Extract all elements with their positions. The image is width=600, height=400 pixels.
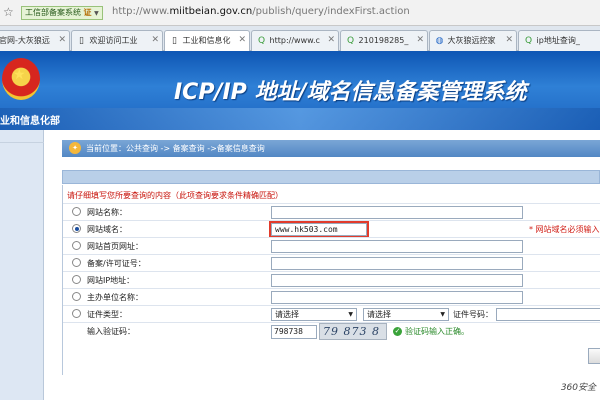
label-captcha: 输入验证码： — [87, 327, 135, 336]
url-path: /publish/query/indexFirst.action — [252, 6, 410, 17]
captcha-input[interactable]: 798738 — [271, 325, 317, 339]
license-input[interactable] — [271, 257, 523, 270]
cert-subtype-select[interactable]: 请选择 ▼ — [363, 308, 449, 321]
close-icon[interactable]: ✕ — [58, 31, 66, 50]
row-homepage: 网站首页网址： — [63, 237, 600, 254]
domain-input[interactable]: www.hk503.com — [271, 223, 367, 236]
search-q-icon: Q — [524, 36, 533, 46]
ministry-name: 业和信息化部 — [0, 116, 60, 127]
query-form: 请仔细填写您所要查询的内容（此项查询要求条件精确匹配） 网站名称： 网站域名： … — [62, 185, 600, 375]
captcha-image[interactable]: 79 873 8 — [319, 323, 387, 340]
url-domain: miitbeian.gov.cn — [169, 6, 253, 17]
label-domain: 网站域名： — [87, 225, 127, 234]
label-cert-type: 证件类型： — [87, 310, 127, 319]
tab-label: 欢迎访问工业 — [89, 36, 138, 45]
cert-type-select[interactable]: 请选择 ▼ — [271, 308, 357, 321]
chevron-down-icon: ▼ — [94, 10, 99, 17]
url-prefix: http://www. — [112, 6, 170, 17]
close-icon[interactable]: ✕ — [238, 31, 246, 50]
cert-no-input[interactable] — [496, 308, 600, 321]
national-emblem-icon: ★ — [2, 58, 40, 100]
location-icon: ✦ — [69, 142, 81, 154]
breadcrumb-text: 当前位置：公共查询 -> 备案查询 ->备案信息查询 — [86, 144, 265, 153]
close-icon[interactable]: ✕ — [505, 31, 513, 50]
tab-4[interactable]: Q http://www.c ✕ — [251, 30, 339, 51]
certificate-seal-icon: 证 — [83, 8, 92, 17]
close-icon[interactable]: ✕ — [151, 31, 159, 50]
tab-6[interactable]: ◍ 大灰狼远控家 ✕ — [429, 30, 517, 51]
close-icon[interactable]: ✕ — [416, 31, 424, 50]
tab-label: 大灰狼远控家 — [447, 36, 496, 45]
left-sidebar — [0, 130, 44, 400]
check-icon: ✓ — [393, 327, 402, 336]
radio-ip[interactable] — [72, 275, 81, 284]
row-sponsor: 主办单位名称： — [63, 288, 600, 305]
tab-3[interactable]: ▯ 工业和信息化 ✕ — [164, 30, 250, 52]
sidebar-divider — [0, 133, 44, 143]
search-q-icon: Q — [257, 36, 266, 46]
tab-label: ip地址查询_ — [536, 36, 580, 45]
main-content: ✦ 当前位置：公共查询 -> 备案查询 ->备案信息查询 请仔细填写您所要查询的… — [44, 130, 600, 400]
row-cert: 证件类型： 请选择 ▼ 请选择 ▼ 证件号码： — [63, 305, 600, 322]
tab-label: 工业和信息化 — [182, 36, 231, 45]
row-domain: 网站域名： www.hk503.com * 网站域名必须输入 — [63, 220, 600, 237]
cert-subtype-value: 请选择 — [367, 310, 391, 319]
dropdown-arrow-icon: ▼ — [440, 311, 445, 318]
sponsor-input[interactable] — [271, 291, 523, 304]
tab-1[interactable]: 官网-大灰狼远 ✕ — [0, 30, 70, 51]
radio-sponsor[interactable] — [72, 292, 81, 301]
row-site-name: 网站名称： — [63, 203, 600, 220]
radio-cert[interactable] — [72, 309, 81, 318]
cert-type-value: 请选择 — [275, 310, 299, 319]
domain-required-hint: * 网站域名必须输入 — [529, 225, 600, 234]
tab-label: 210198285_ — [358, 36, 409, 45]
radio-site-name[interactable] — [72, 207, 81, 216]
tab-label: http://www.c — [269, 36, 320, 45]
radio-homepage[interactable] — [72, 241, 81, 250]
tab-2[interactable]: ▯ 欢迎访问工业 ✕ — [71, 30, 163, 51]
search-q-icon: Q — [346, 36, 355, 46]
site-name-input[interactable] — [271, 206, 523, 219]
ip-input[interactable] — [271, 274, 523, 287]
globe-icon: ◍ — [435, 36, 444, 46]
homepage-input[interactable] — [271, 240, 523, 253]
dropdown-arrow-icon: ▼ — [348, 311, 353, 318]
tab-5[interactable]: Q 210198285_ ✕ — [340, 30, 428, 51]
banner-stripe — [0, 108, 600, 130]
site-badge-label: 工信部备案系统 — [25, 8, 81, 17]
row-license: 备案/许可证号： — [63, 254, 600, 271]
radio-domain[interactable] — [72, 224, 81, 233]
url-input[interactable]: http://www.miitbeian.gov.cn/publish/quer… — [112, 5, 410, 19]
radio-license[interactable] — [72, 258, 81, 267]
tab-strip: 官网-大灰狼远 ✕ ▯ 欢迎访问工业 ✕ ▯ 工业和信息化 ✕ Q http:/… — [0, 26, 600, 52]
page-icon: ▯ — [172, 36, 177, 46]
captcha-ok-text: 验证码输入正确。 — [405, 327, 469, 336]
site-verify-badge[interactable]: 工信部备案系统 证 ▼ — [21, 6, 103, 20]
label-homepage: 网站首页网址： — [87, 242, 143, 251]
submit-button[interactable] — [588, 348, 600, 364]
query-panel-header — [62, 170, 600, 184]
label-ip: 网站IP地址： — [87, 276, 135, 285]
row-captcha: 输入验证码： 798738 79 873 8 ✓ 验证码输入正确。 — [63, 322, 600, 342]
form-instruction: 请仔细填写您所要查询的内容（此项查询要求条件精确匹配） — [67, 191, 283, 200]
label-sponsor: 主办单位名称： — [87, 293, 143, 302]
tab-label: 官网-大灰狼远 — [0, 36, 50, 45]
address-bar: ☆ 工信部备案系统 证 ▼ http://www.miitbeian.gov.c… — [0, 0, 600, 26]
label-site-name: 网站名称： — [87, 208, 127, 217]
system-title: ICP/IP 地址/域名信息备案管理系统 — [174, 80, 527, 105]
row-ip: 网站IP地址： — [63, 271, 600, 288]
tab-7[interactable]: Q ip地址查询_ — [518, 30, 600, 51]
close-icon[interactable]: ✕ — [327, 31, 335, 50]
breadcrumb: ✦ 当前位置：公共查询 -> 备案查询 ->备案信息查询 — [62, 140, 600, 157]
label-cert-no: 证件号码： — [453, 310, 493, 319]
footer-brand: 360安全 — [560, 383, 596, 393]
label-license: 备案/许可证号： — [87, 259, 146, 268]
bookmark-star-icon[interactable]: ☆ — [3, 5, 14, 19]
page-icon: ▯ — [79, 36, 84, 46]
